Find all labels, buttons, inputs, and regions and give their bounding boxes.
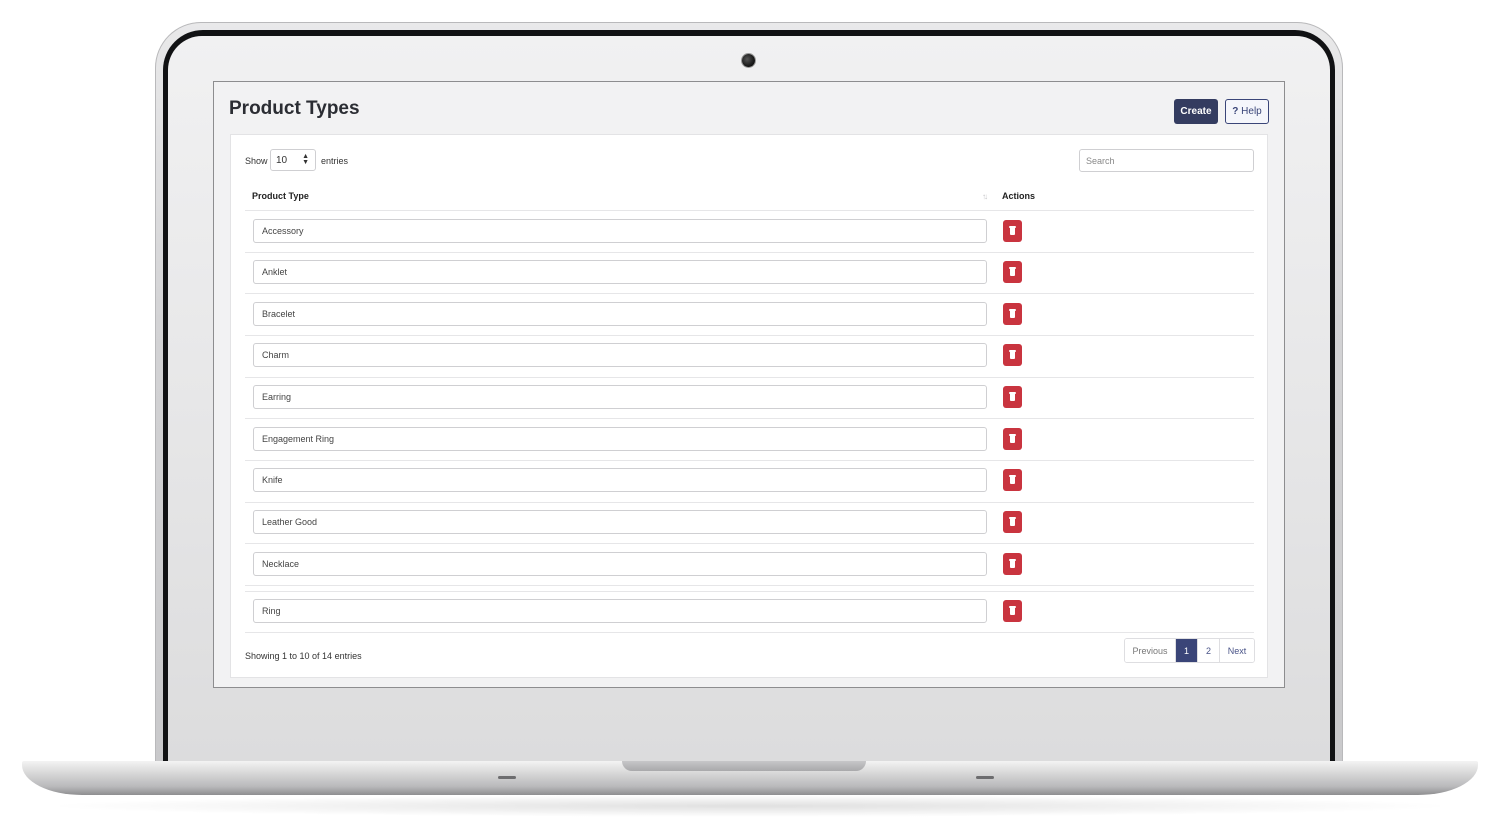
laptop-foot [498,776,516,779]
table-info: Showing 1 to 10 of 14 entries [245,651,362,661]
row-divider [245,460,1254,461]
trash-icon [1009,559,1016,568]
entries-per-page-value: 10 [276,155,288,166]
pagination: Previous 1 2 Next [1124,638,1255,663]
delete-button[interactable] [1003,220,1022,242]
product-type-input[interactable] [253,302,987,326]
row-divider [245,543,1254,544]
row-divider [245,335,1254,336]
header-divider [245,210,1254,211]
product-type-input[interactable] [253,427,987,451]
delete-button[interactable] [1003,428,1022,450]
trash-icon [1009,226,1016,235]
product-type-input[interactable] [253,599,987,623]
delete-button[interactable] [1003,303,1022,325]
delete-button[interactable] [1003,600,1022,622]
laptop-base-notch [622,761,866,771]
pagination-previous[interactable]: Previous [1125,639,1176,662]
row-divider [245,293,1254,294]
trash-icon [1009,267,1016,276]
trash-icon [1009,350,1016,359]
pagination-page-1[interactable]: 1 [1176,639,1198,662]
create-button[interactable]: Create [1174,99,1218,124]
row-divider [245,502,1254,503]
show-label: Show [245,156,268,166]
entries-label: entries [321,156,349,166]
delete-button[interactable] [1003,386,1022,408]
row-divider [245,252,1254,253]
webcam-icon [742,54,755,67]
column-header-actions: Actions [1002,191,1036,201]
search-input[interactable] [1079,149,1254,172]
row-divider [245,418,1254,419]
product-type-input[interactable] [253,260,987,284]
question-mark-icon: ? [1232,106,1239,117]
select-arrows-icon: ▲ ▼ [302,153,309,166]
entries-per-page-select[interactable]: 10 ▲ ▼ [270,149,316,171]
row-divider [245,377,1254,378]
trash-icon [1009,517,1016,526]
product-types-card: Show 10 ▲▼ entries Product Type ↑↓ Actio… [230,134,1268,678]
app-screen: Product Types Create ? Help Show 10 ▲ ▼ e… [213,81,1285,688]
row-divider [245,632,1254,633]
trash-icon [1009,606,1016,615]
column-header-product-type[interactable]: Product Type [252,191,309,201]
product-type-input[interactable] [253,510,987,534]
delete-button[interactable] [1003,511,1022,533]
pagination-next[interactable]: Next [1220,639,1254,662]
help-button-label: Help [1241,106,1262,117]
trash-icon [1009,434,1016,443]
trash-icon [1009,309,1016,318]
trash-icon [1009,392,1016,401]
laptop-shadow [40,795,1460,817]
row-divider [245,591,1254,592]
delete-button[interactable] [1003,344,1022,366]
page-title: Product Types [229,98,360,119]
pagination-page-2[interactable]: 2 [1198,639,1220,662]
product-type-input[interactable] [253,343,987,367]
product-type-input[interactable] [253,468,987,492]
product-type-input[interactable] [253,552,987,576]
product-type-input[interactable] [253,219,987,243]
sort-arrows-icon[interactable]: ↑↓ [982,192,988,201]
delete-button[interactable] [1003,469,1022,491]
row-divider [245,585,1254,586]
laptop-foot [976,776,994,779]
trash-icon [1009,475,1016,484]
product-type-input[interactable] [253,385,987,409]
help-button[interactable]: ? Help [1225,99,1269,124]
delete-button[interactable] [1003,553,1022,575]
delete-button[interactable] [1003,261,1022,283]
